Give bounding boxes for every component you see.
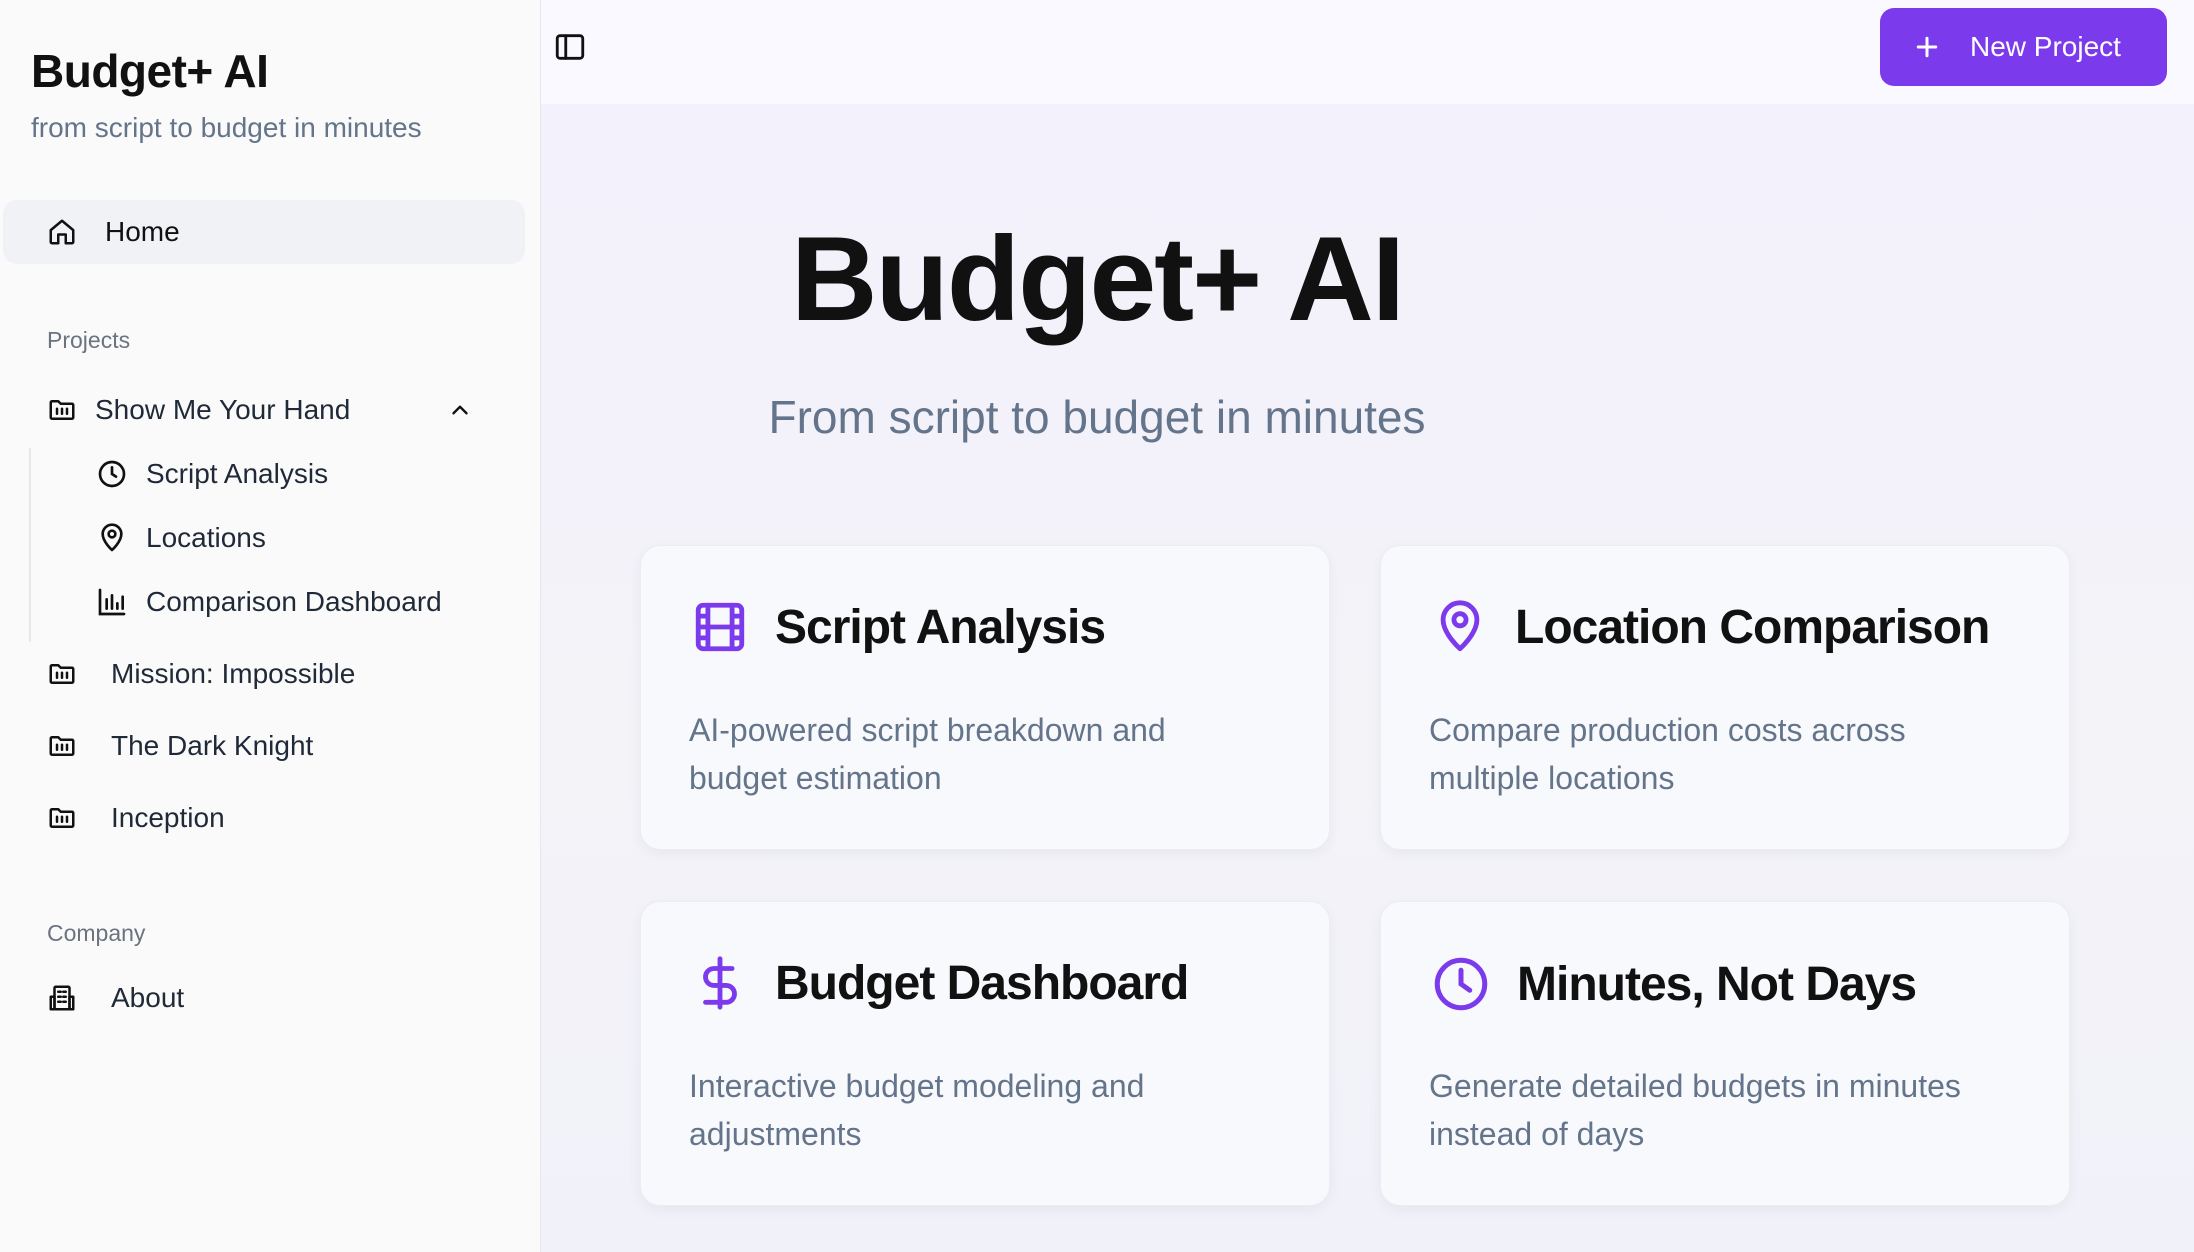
card-description: Compare production costs across multiple… bbox=[1429, 712, 1906, 796]
clock-icon bbox=[1431, 954, 1491, 1014]
about-label: About bbox=[111, 982, 185, 1013]
card-header: Minutes, Not Days bbox=[1431, 954, 1917, 1014]
dollar-icon bbox=[691, 954, 749, 1012]
sidebar-subitem-script-analysis[interactable]: Script Analysis bbox=[96, 458, 328, 490]
plus-icon bbox=[1912, 32, 1942, 62]
clock-icon bbox=[96, 458, 128, 490]
card-description: Generate detailed budgets in minutes ins… bbox=[1429, 1068, 1961, 1152]
hero-title: Budget+ AI bbox=[790, 212, 1405, 346]
sidebar-project-inception[interactable]: Inception bbox=[47, 802, 225, 834]
project-label: The Dark Knight bbox=[111, 730, 314, 761]
card-header: Budget Dashboard bbox=[691, 954, 1189, 1012]
folder-icon bbox=[47, 731, 77, 761]
map-pin-icon bbox=[96, 522, 128, 554]
sidebar-project-mission-impossible[interactable]: Mission: Impossible bbox=[47, 658, 355, 690]
new-project-button[interactable]: New Project bbox=[1880, 8, 2167, 86]
feature-card-script-analysis[interactable]: Script Analysis AI-powered script breakd… bbox=[640, 545, 1330, 850]
folder-icon bbox=[47, 659, 77, 689]
card-title: Script Analysis bbox=[775, 600, 1106, 654]
panel-left-icon bbox=[553, 30, 587, 64]
card-title: Minutes, Not Days bbox=[1517, 957, 1917, 1011]
card-description: AI-powered script breakdown and budget e… bbox=[689, 712, 1166, 796]
brand-subtitle: from script to budget in minutes bbox=[31, 112, 422, 143]
bar-chart-icon bbox=[96, 586, 128, 618]
subitem-label: Comparison Dashboard bbox=[146, 586, 442, 617]
sidebar: Budget+ AI from script to budget in minu… bbox=[0, 0, 541, 1252]
app-window: Budget+ AI from script to budget in minu… bbox=[0, 0, 2194, 1252]
map-pin-icon bbox=[1431, 598, 1489, 656]
sidebar-subitem-locations[interactable]: Locations bbox=[96, 522, 266, 554]
sidebar-toggle-button[interactable] bbox=[553, 30, 589, 66]
tree-line bbox=[29, 448, 31, 642]
card-title: Budget Dashboard bbox=[775, 956, 1189, 1010]
subitem-label: Locations bbox=[146, 522, 266, 553]
sidebar-item-about[interactable]: About bbox=[47, 982, 184, 1014]
new-project-label: New Project bbox=[1970, 31, 2121, 62]
project-label: Mission: Impossible bbox=[111, 658, 356, 689]
feature-card-budget-dashboard[interactable]: Budget Dashboard Interactive budget mode… bbox=[640, 901, 1330, 1206]
film-icon bbox=[691, 598, 749, 656]
folder-icon bbox=[47, 803, 77, 833]
card-description: Interactive budget modeling and adjustme… bbox=[689, 1068, 1145, 1152]
feature-card-minutes-not-days[interactable]: Minutes, Not Days Generate detailed budg… bbox=[1380, 901, 2070, 1206]
feature-card-location-comparison[interactable]: Location Comparison Compare production c… bbox=[1380, 545, 2070, 850]
card-title: Location Comparison bbox=[1515, 600, 1990, 654]
building-icon bbox=[47, 983, 77, 1013]
project-label: Inception bbox=[111, 802, 225, 833]
sidebar-project-the-dark-knight[interactable]: The Dark Knight bbox=[47, 730, 313, 762]
brand: Budget+ AI from script to budget in minu… bbox=[31, 44, 422, 144]
subitem-label: Script Analysis bbox=[146, 458, 329, 489]
sidebar-subitem-comparison-dashboard[interactable]: Comparison Dashboard bbox=[96, 586, 442, 618]
card-header: Location Comparison bbox=[1431, 598, 1990, 656]
hero-subtitle: From script to budget in minutes bbox=[768, 391, 1426, 443]
card-header: Script Analysis bbox=[691, 598, 1106, 656]
brand-title: Budget+ AI bbox=[31, 45, 269, 97]
company-section-label: Company bbox=[47, 920, 146, 946]
